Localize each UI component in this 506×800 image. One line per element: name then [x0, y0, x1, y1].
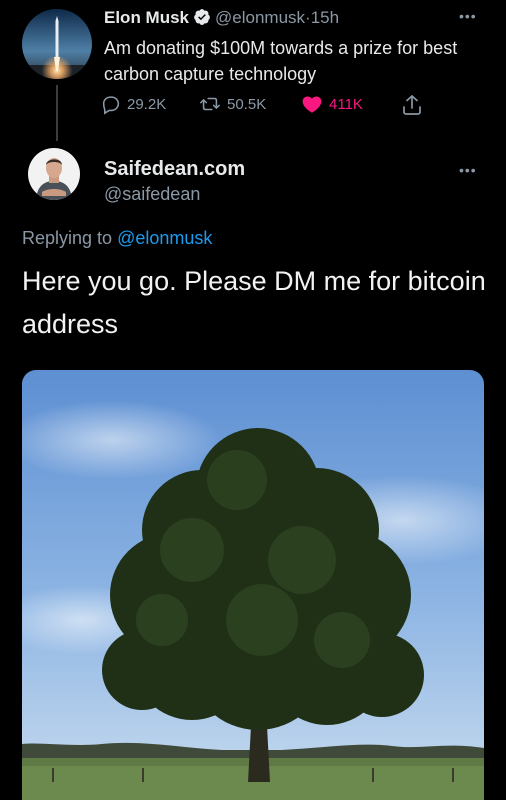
replying-to-handle-link[interactable]: @elonmusk	[117, 228, 212, 248]
thread-connector-line	[56, 85, 58, 141]
tweet-media-image[interactable]	[22, 370, 484, 800]
reply-tweet-text: Here you go. Please DM me for bitcoin ad…	[22, 266, 486, 339]
tree-photo-icon	[22, 370, 484, 800]
like-action[interactable]: 411K	[300, 93, 363, 115]
parent-tweet-header: Elon Musk @elonmusk·15h	[104, 8, 339, 31]
person-avatar-icon	[28, 148, 80, 200]
parent-more-options-icon[interactable]: •••	[459, 8, 477, 24]
reply-more-options-icon[interactable]: •••	[459, 162, 477, 178]
retweet-count: 50.5K	[227, 95, 267, 113]
parent-handle[interactable]: @elonmusk	[215, 8, 305, 27]
parent-timestamp[interactable]: 15h	[311, 8, 339, 27]
saifedean-avatar[interactable]	[28, 148, 80, 200]
reply-count: 29.2K	[127, 95, 167, 113]
retweet-icon	[200, 97, 220, 111]
replying-to-line: Replying to @elonmusk	[22, 228, 212, 249]
replying-to-prefix: Replying to	[22, 228, 113, 248]
parent-tweet-text: Am donating $100M towards a prize for be…	[104, 38, 458, 84]
parent-author-name[interactable]: Elon Musk	[104, 8, 189, 27]
heart-filled-icon	[302, 96, 322, 113]
reply-action[interactable]: 29.2K	[100, 93, 166, 115]
elon-avatar[interactable]	[22, 9, 92, 79]
retweet-action[interactable]: 50.5K	[198, 93, 266, 115]
share-action[interactable]	[400, 93, 429, 117]
reply-bubble-icon	[102, 96, 120, 115]
reply-author-handle[interactable]: @saifedean	[104, 184, 200, 205]
reply-author-name[interactable]: Saifedean.com	[104, 158, 245, 181]
parent-action-bar: 29.2K 50.5K 411K	[100, 93, 440, 119]
rocket-launch-avatar-icon	[22, 9, 92, 79]
verified-badge-icon	[193, 8, 211, 31]
like-count: 411K	[329, 95, 363, 113]
share-upload-icon	[403, 95, 421, 115]
parent-tweet[interactable]: Elon Musk @elonmusk·15h ••• Am donating $…	[0, 0, 506, 141]
